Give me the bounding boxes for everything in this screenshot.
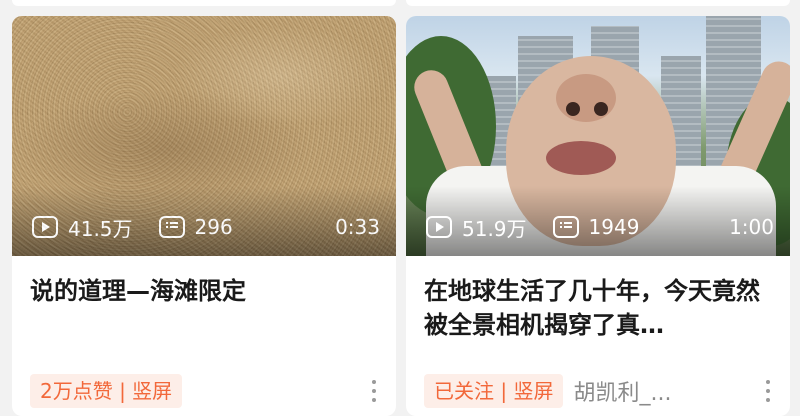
follow-tag: 已关注 | 竖屏 [424, 374, 564, 408]
nostril-image [594, 102, 608, 116]
danmaku-icon [158, 216, 185, 238]
card-footer: 2万点赞 | 竖屏 [30, 374, 384, 408]
video-card[interactable]: 51.9万 1949 1:00 在地球生活了几十年，今天竟然被全景相机揭穿了真…… [406, 16, 790, 416]
video-card[interactable]: 41.5万 296 0:33 说的道理—海滩限定 2万点赞 | 竖屏 [12, 16, 396, 416]
video-stats: 41.5万 296 0:33 [32, 212, 380, 242]
play-count-icon [426, 216, 452, 238]
video-thumbnail[interactable]: 41.5万 296 0:33 [12, 16, 396, 256]
video-thumbnail[interactable]: 51.9万 1949 1:00 [406, 16, 790, 256]
author-name[interactable]: 胡凯利_... [573, 375, 671, 407]
recommend-tag: 2万点赞 | 竖屏 [30, 374, 183, 408]
danmaku-count: 296 [194, 215, 233, 239]
video-duration: 0:33 [335, 215, 380, 239]
danmaku-count: 1949 [588, 215, 640, 239]
more-vertical-icon[interactable] [758, 376, 778, 406]
play-count-icon [32, 216, 58, 238]
danmaku-icon [552, 216, 579, 238]
video-duration: 1:00 [729, 215, 774, 239]
previous-card-left [12, 0, 396, 6]
video-stats: 51.9万 1949 1:00 [426, 212, 774, 242]
play-count: 51.9万 [462, 216, 527, 241]
mouth-image [546, 141, 616, 175]
thumbnail-shade [12, 186, 396, 256]
previous-card-right [406, 0, 790, 6]
card-footer: 已关注 | 竖屏 胡凯利_... [424, 374, 778, 408]
more-vertical-icon[interactable] [364, 376, 384, 406]
nostril-image [566, 102, 580, 116]
nose-image [556, 74, 616, 122]
video-title[interactable]: 说的道理—海滩限定 [30, 274, 378, 308]
video-title[interactable]: 在地球生活了几十年，今天竟然被全景相机揭穿了真… [424, 274, 772, 342]
play-count: 41.5万 [68, 216, 133, 241]
